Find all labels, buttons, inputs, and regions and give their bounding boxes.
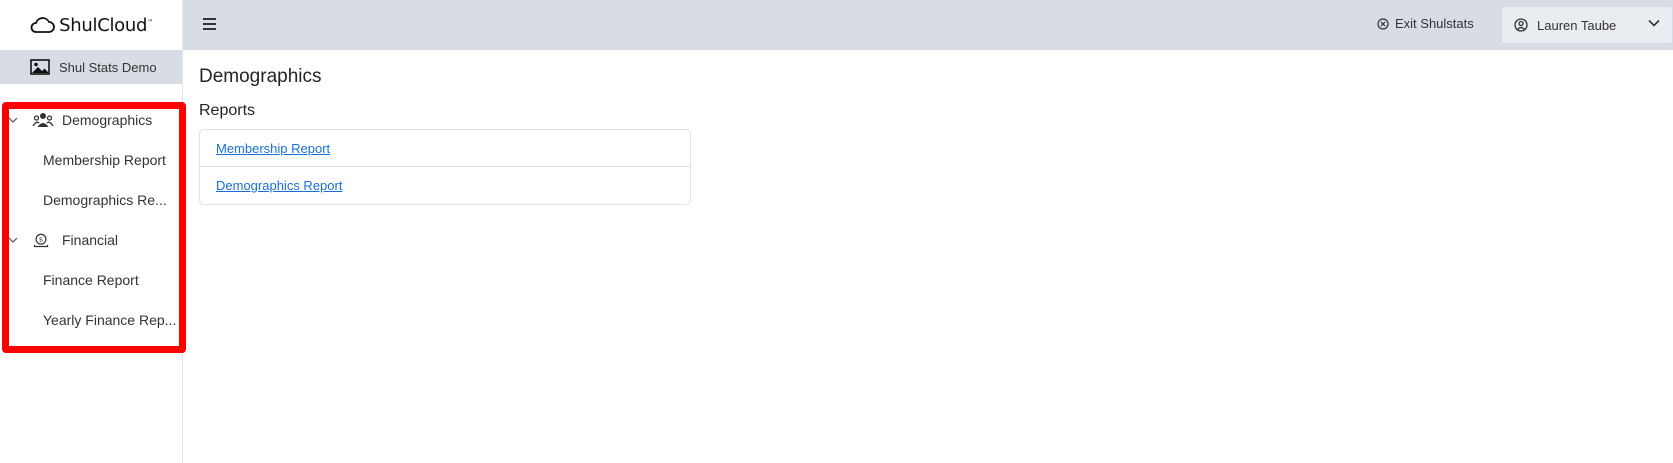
money-icon: $ [32, 231, 54, 249]
sidebar-item-membership-report[interactable]: Membership Report [0, 140, 182, 180]
sidebar-group-label: Financial [62, 232, 119, 248]
sidebar-group-demographics[interactable]: Demographics [0, 100, 182, 140]
chevron-down-icon [8, 237, 18, 243]
chevron-down-icon [8, 117, 18, 123]
list-item: Demographics Report [200, 167, 690, 204]
sidebar-nav: Demographics Membership Report Demograph… [0, 100, 182, 340]
people-icon [32, 111, 54, 129]
chevron-down-icon [1648, 19, 1660, 27]
section-title: Reports [199, 102, 256, 119]
main-content: Demographics Reports Membership Report D… [199, 66, 691, 205]
sidebar-group-label: Demographics [62, 112, 153, 128]
image-icon [30, 59, 50, 75]
org-name: Shul Stats Demo [59, 59, 157, 75]
sidebar-item-yearly-finance-report[interactable]: Yearly Finance Rep... [0, 300, 182, 340]
logo-text: ShulCloud™ [59, 14, 153, 36]
membership-report-link[interactable]: Membership Report [216, 141, 330, 156]
list-item: Membership Report [200, 130, 690, 167]
top-bar: Exit Shulstats Lauren Taube [183, 0, 1673, 50]
user-menu[interactable]: Lauren Taube [1502, 7, 1672, 43]
logo[interactable]: ShulCloud™ [0, 0, 182, 50]
exit-label: Exit Shulstats [1395, 16, 1474, 31]
sidebar-group-financial[interactable]: $ Financial [0, 220, 182, 260]
demographics-report-link[interactable]: Demographics Report [216, 178, 342, 193]
hamburger-icon[interactable] [203, 18, 216, 30]
reports-list: Membership Report Demographics Report [199, 129, 691, 205]
sidebar-item-finance-report[interactable]: Finance Report [0, 260, 182, 300]
user-name: Lauren Taube [1537, 17, 1617, 33]
user-circle-icon [1514, 18, 1528, 32]
close-circle-icon [1377, 17, 1389, 30]
sidebar: ShulCloud™ Shul Stats Demo Demographics … [0, 0, 183, 463]
page-title: Demographics [199, 66, 322, 87]
sidebar-item-demographics-report[interactable]: Demographics Re... [0, 180, 182, 220]
exit-shulstats-button[interactable]: Exit Shulstats [1377, 16, 1474, 31]
svg-text:$: $ [39, 236, 43, 244]
cloud-icon [30, 17, 55, 33]
org-selector[interactable]: Shul Stats Demo [0, 50, 182, 84]
